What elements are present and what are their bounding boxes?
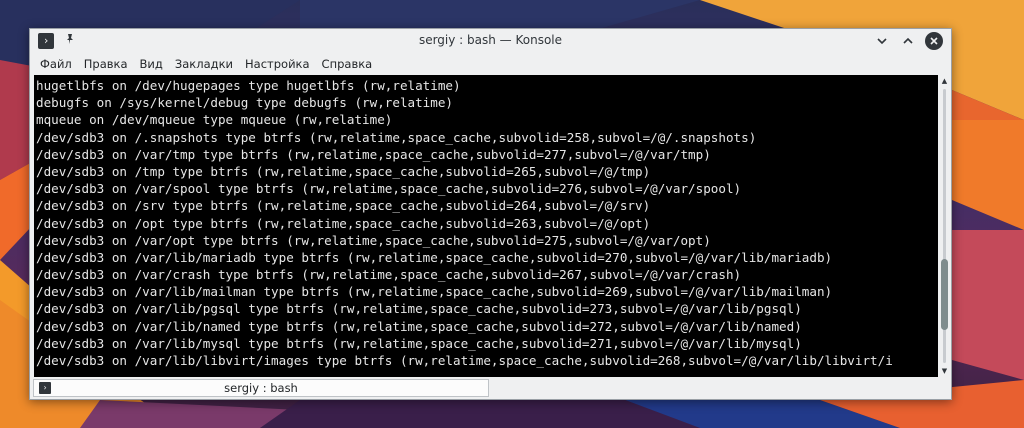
window-title: sergiy : bash — Konsole xyxy=(418,33,563,47)
close-icon xyxy=(930,37,938,45)
close-button[interactable] xyxy=(925,32,943,50)
scroll-thumb[interactable] xyxy=(941,258,948,331)
menu-settings[interactable]: Настройка xyxy=(239,53,316,75)
terminal-line: /dev/sdb3 on /var/lib/libvirt/images typ… xyxy=(36,353,893,368)
menu-bookmarks[interactable]: Закладки xyxy=(169,53,239,75)
menu-edit[interactable]: Правка xyxy=(78,53,134,75)
maximize-button[interactable] xyxy=(899,32,917,50)
terminal-line: /dev/sdb3 on /var/lib/named type btrfs (… xyxy=(36,318,802,334)
chevron-down-icon xyxy=(877,38,887,45)
terminal-line: /dev/sdb3 on /opt type btrfs (rw,relatim… xyxy=(36,215,651,231)
tab-label: sergiy : bash xyxy=(224,381,298,395)
chevron-up-icon xyxy=(903,37,913,44)
terminal-line: /dev/sdb3 on /srv type btrfs (rw,relatim… xyxy=(36,198,651,214)
terminal-output[interactable]: hugetlbfs on /dev/hugepages type hugetlb… xyxy=(34,75,938,377)
terminal-line: /dev/sdb3 on /var/spool type btrfs (rw,r… xyxy=(36,181,742,197)
terminal-line: hugetlbfs on /dev/hugepages type hugetlb… xyxy=(36,78,461,93)
terminal-line: /dev/sdb3 on /.snapshots type btrfs (rw,… xyxy=(36,129,757,145)
menu-view[interactable]: Вид xyxy=(134,53,169,75)
terminal-line: /dev/sdb3 on /var/lib/pgsql type btrfs (… xyxy=(36,301,802,317)
terminal-line: /dev/sdb3 on /var/tmp type btrfs (rw,rel… xyxy=(36,146,711,162)
tab-bar: › sergiy : bash xyxy=(30,378,951,399)
terminal-line: /dev/sdb3 on /var/lib/mariadb type btrfs… xyxy=(36,249,833,265)
minimize-button[interactable] xyxy=(873,32,891,50)
terminal-line: /dev/sdb3 on /var/crash type btrfs (rw,r… xyxy=(36,267,742,283)
menu-bar: Файл Правка Вид Закладки Настройка Справ… xyxy=(30,53,951,75)
terminal-line: mqueue on /dev/mqueue type mqueue (rw,re… xyxy=(36,112,393,128)
terminal-lines: hugetlbfs on /dev/hugepages type hugetlb… xyxy=(36,77,893,369)
title-bar[interactable]: › sergiy : bash — Konsole xyxy=(30,29,951,53)
menu-help[interactable]: Справка xyxy=(316,53,379,75)
scroll-up-arrow-icon[interactable]: ▲ xyxy=(940,77,949,85)
scroll-down-arrow-icon[interactable]: ▼ xyxy=(940,367,949,375)
vertical-scrollbar[interactable]: ▲ ▼ xyxy=(940,75,949,377)
terminal-line: debugfs on /sys/kernel/debug type debugf… xyxy=(36,95,454,111)
menu-file[interactable]: Файл xyxy=(34,53,78,75)
tab-sergiy-bash[interactable]: › sergiy : bash xyxy=(33,379,489,397)
terminal-line: /dev/sdb3 on /tmp type btrfs (rw,relatim… xyxy=(36,163,651,179)
terminal-line: /dev/sdb3 on /var/lib/mysql type btrfs (… xyxy=(36,335,802,351)
terminal-line: /dev/sdb3 on /var/lib/mailman type btrfs… xyxy=(36,284,833,300)
konsole-window: › sergiy : bash — Konsole Файл Правка Ви… xyxy=(29,28,952,400)
terminal-line: /dev/sdb3 on /var/opt type btrfs (rw,rel… xyxy=(36,232,711,248)
